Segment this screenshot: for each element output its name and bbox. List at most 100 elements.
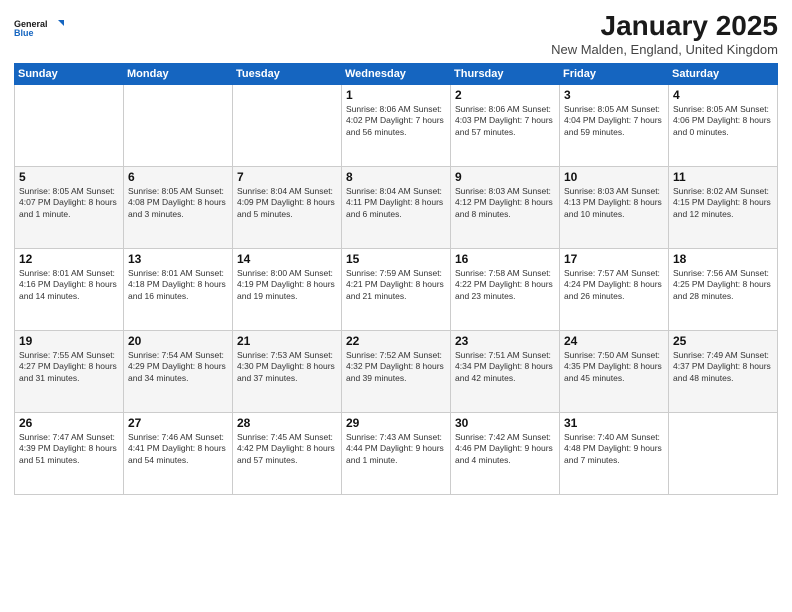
- day-number: 21: [237, 334, 337, 348]
- calendar-cell: 26 Sunrise: 7:47 AM Sunset: 4:39 PM Dayli…: [15, 413, 124, 495]
- calendar-cell: 18 Sunrise: 7:56 AM Sunset: 4:25 PM Dayli…: [669, 249, 778, 331]
- calendar-cell: [15, 85, 124, 167]
- calendar-cell: 4 Sunrise: 8:05 AM Sunset: 4:06 PM Daylig…: [669, 85, 778, 167]
- day-number: 13: [128, 252, 228, 266]
- calendar-cell: 27 Sunrise: 7:46 AM Sunset: 4:41 PM Dayli…: [124, 413, 233, 495]
- day-info: Sunrise: 8:05 AM Sunset: 4:08 PM Dayligh…: [128, 186, 228, 220]
- day-number: 16: [455, 252, 555, 266]
- day-number: 9: [455, 170, 555, 184]
- calendar-header-row: SundayMondayTuesdayWednesdayThursdayFrid…: [15, 64, 778, 85]
- day-info: Sunrise: 8:02 AM Sunset: 4:15 PM Dayligh…: [673, 186, 773, 220]
- week-row-4: 19 Sunrise: 7:55 AM Sunset: 4:27 PM Dayli…: [15, 331, 778, 413]
- day-info: Sunrise: 8:05 AM Sunset: 4:07 PM Dayligh…: [19, 186, 119, 220]
- day-info: Sunrise: 8:06 AM Sunset: 4:02 PM Dayligh…: [346, 104, 446, 138]
- day-info: Sunrise: 7:46 AM Sunset: 4:41 PM Dayligh…: [128, 432, 228, 466]
- day-number: 12: [19, 252, 119, 266]
- header-tuesday: Tuesday: [233, 64, 342, 85]
- day-info: Sunrise: 7:53 AM Sunset: 4:30 PM Dayligh…: [237, 350, 337, 384]
- svg-text:General: General: [14, 19, 48, 29]
- day-info: Sunrise: 8:04 AM Sunset: 4:09 PM Dayligh…: [237, 186, 337, 220]
- calendar-cell: [124, 85, 233, 167]
- calendar-cell: 13 Sunrise: 8:01 AM Sunset: 4:18 PM Dayli…: [124, 249, 233, 331]
- calendar-cell: 19 Sunrise: 7:55 AM Sunset: 4:27 PM Dayli…: [15, 331, 124, 413]
- calendar-cell: 28 Sunrise: 7:45 AM Sunset: 4:42 PM Dayli…: [233, 413, 342, 495]
- day-info: Sunrise: 7:42 AM Sunset: 4:46 PM Dayligh…: [455, 432, 555, 466]
- calendar-cell: 8Sunrise: 8:04 AM Sunset: 4:11 PM Daylig…: [342, 167, 451, 249]
- day-number: 17: [564, 252, 664, 266]
- calendar-cell: 6 Sunrise: 8:05 AM Sunset: 4:08 PM Daylig…: [124, 167, 233, 249]
- day-info: Sunrise: 7:47 AM Sunset: 4:39 PM Dayligh…: [19, 432, 119, 466]
- svg-text:Blue: Blue: [14, 28, 34, 38]
- day-number: 28: [237, 416, 337, 430]
- day-number: 27: [128, 416, 228, 430]
- day-number: 31: [564, 416, 664, 430]
- day-info: Sunrise: 8:03 AM Sunset: 4:13 PM Dayligh…: [564, 186, 664, 220]
- day-number: 25: [673, 334, 773, 348]
- calendar-cell: 21 Sunrise: 7:53 AM Sunset: 4:30 PM Dayli…: [233, 331, 342, 413]
- calendar-table: SundayMondayTuesdayWednesdayThursdayFrid…: [14, 63, 778, 495]
- day-number: 2: [455, 88, 555, 102]
- day-info: Sunrise: 8:05 AM Sunset: 4:06 PM Dayligh…: [673, 104, 773, 138]
- calendar-cell: 17Sunrise: 7:57 AM Sunset: 4:24 PM Dayli…: [560, 249, 669, 331]
- day-number: 4: [673, 88, 773, 102]
- day-info: Sunrise: 8:05 AM Sunset: 4:04 PM Dayligh…: [564, 104, 664, 138]
- day-info: Sunrise: 8:01 AM Sunset: 4:18 PM Dayligh…: [128, 268, 228, 302]
- day-info: Sunrise: 7:56 AM Sunset: 4:25 PM Dayligh…: [673, 268, 773, 302]
- calendar-cell: 9 Sunrise: 8:03 AM Sunset: 4:12 PM Daylig…: [451, 167, 560, 249]
- day-number: 14: [237, 252, 337, 266]
- calendar-cell: 24 Sunrise: 7:50 AM Sunset: 4:35 PM Dayli…: [560, 331, 669, 413]
- calendar-cell: 16Sunrise: 7:58 AM Sunset: 4:22 PM Dayli…: [451, 249, 560, 331]
- calendar-cell: 14 Sunrise: 8:00 AM Sunset: 4:19 PM Dayli…: [233, 249, 342, 331]
- calendar-cell: 2 Sunrise: 8:06 AM Sunset: 4:03 PM Daylig…: [451, 85, 560, 167]
- week-row-3: 12 Sunrise: 8:01 AM Sunset: 4:16 PM Dayli…: [15, 249, 778, 331]
- header-monday: Monday: [124, 64, 233, 85]
- calendar-cell: 23 Sunrise: 7:51 AM Sunset: 4:34 PM Dayli…: [451, 331, 560, 413]
- header-thursday: Thursday: [451, 64, 560, 85]
- day-number: 6: [128, 170, 228, 184]
- day-number: 22: [346, 334, 446, 348]
- day-info: Sunrise: 7:43 AM Sunset: 4:44 PM Dayligh…: [346, 432, 446, 466]
- day-info: Sunrise: 8:01 AM Sunset: 4:16 PM Dayligh…: [19, 268, 119, 302]
- logo: General Blue: [14, 10, 64, 46]
- calendar-cell: 5 Sunrise: 8:05 AM Sunset: 4:07 PM Daylig…: [15, 167, 124, 249]
- header-sunday: Sunday: [15, 64, 124, 85]
- day-info: Sunrise: 7:59 AM Sunset: 4:21 PM Dayligh…: [346, 268, 446, 302]
- day-number: 3: [564, 88, 664, 102]
- day-number: 18: [673, 252, 773, 266]
- day-number: 10: [564, 170, 664, 184]
- day-number: 15: [346, 252, 446, 266]
- day-number: 20: [128, 334, 228, 348]
- day-info: Sunrise: 7:49 AM Sunset: 4:37 PM Dayligh…: [673, 350, 773, 384]
- day-info: Sunrise: 7:55 AM Sunset: 4:27 PM Dayligh…: [19, 350, 119, 384]
- day-number: 23: [455, 334, 555, 348]
- calendar-cell: [233, 85, 342, 167]
- header-wednesday: Wednesday: [342, 64, 451, 85]
- calendar-cell: 7Sunrise: 8:04 AM Sunset: 4:09 PM Daylig…: [233, 167, 342, 249]
- month-title: January 2025: [551, 10, 778, 42]
- day-info: Sunrise: 8:03 AM Sunset: 4:12 PM Dayligh…: [455, 186, 555, 220]
- day-info: Sunrise: 8:00 AM Sunset: 4:19 PM Dayligh…: [237, 268, 337, 302]
- calendar-cell: 25 Sunrise: 7:49 AM Sunset: 4:37 PM Dayli…: [669, 331, 778, 413]
- day-number: 29: [346, 416, 446, 430]
- day-info: Sunrise: 7:45 AM Sunset: 4:42 PM Dayligh…: [237, 432, 337, 466]
- day-number: 19: [19, 334, 119, 348]
- calendar-cell: 20Sunrise: 7:54 AM Sunset: 4:29 PM Dayli…: [124, 331, 233, 413]
- day-number: 26: [19, 416, 119, 430]
- calendar-cell: 29 Sunrise: 7:43 AM Sunset: 4:44 PM Dayli…: [342, 413, 451, 495]
- calendar-cell: 10 Sunrise: 8:03 AM Sunset: 4:13 PM Dayli…: [560, 167, 669, 249]
- day-number: 30: [455, 416, 555, 430]
- day-info: Sunrise: 8:06 AM Sunset: 4:03 PM Dayligh…: [455, 104, 555, 138]
- day-number: 8: [346, 170, 446, 184]
- calendar-cell: 22Sunrise: 7:52 AM Sunset: 4:32 PM Dayli…: [342, 331, 451, 413]
- day-info: Sunrise: 7:50 AM Sunset: 4:35 PM Dayligh…: [564, 350, 664, 384]
- day-info: Sunrise: 7:51 AM Sunset: 4:34 PM Dayligh…: [455, 350, 555, 384]
- header-saturday: Saturday: [669, 64, 778, 85]
- calendar-cell: 31 Sunrise: 7:40 AM Sunset: 4:48 PM Dayli…: [560, 413, 669, 495]
- logo-svg: General Blue: [14, 10, 64, 46]
- day-number: 5: [19, 170, 119, 184]
- day-number: 24: [564, 334, 664, 348]
- calendar-cell: [669, 413, 778, 495]
- day-info: Sunrise: 7:40 AM Sunset: 4:48 PM Dayligh…: [564, 432, 664, 466]
- location: New Malden, England, United Kingdom: [551, 42, 778, 57]
- day-number: 11: [673, 170, 773, 184]
